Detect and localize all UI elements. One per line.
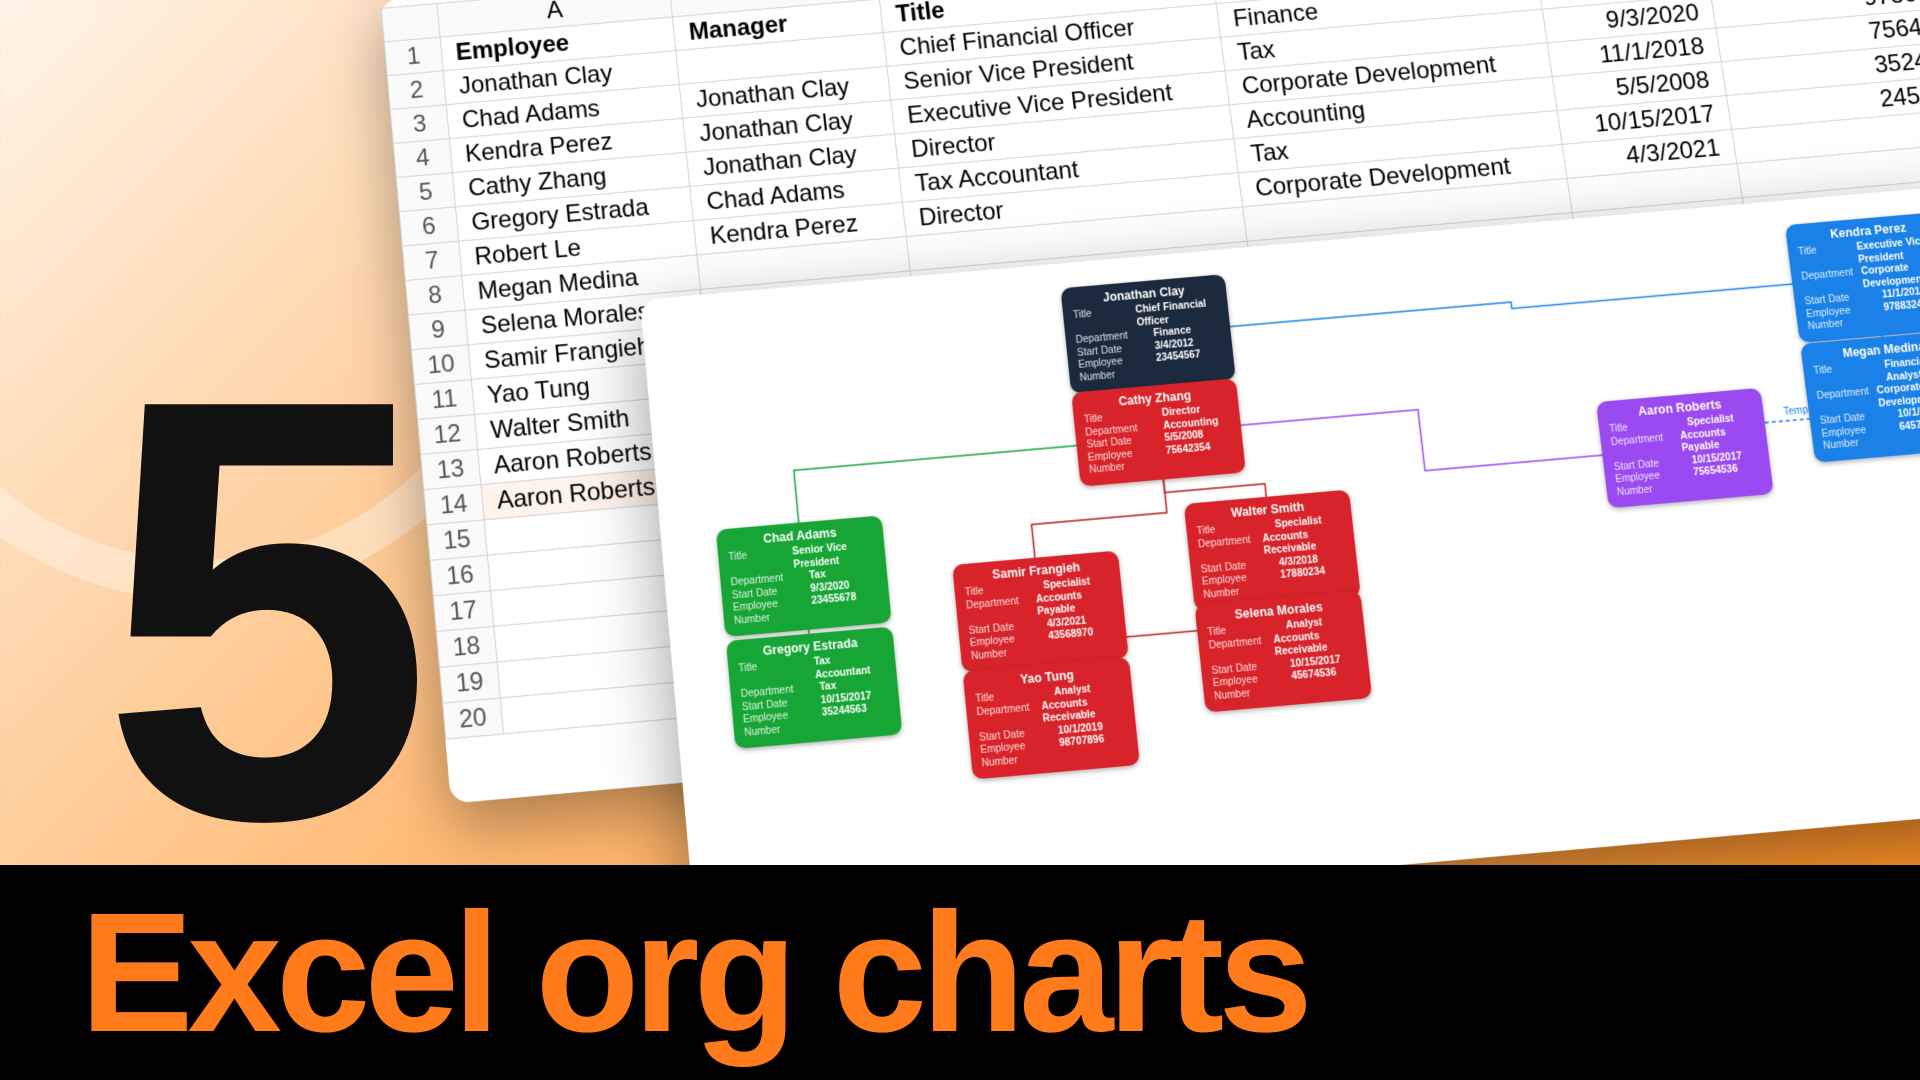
org-card[interactable]: Kendra PerezTitleExecutive Vice Presiden… [1785,211,1920,342]
row-number[interactable]: 11 [414,380,474,420]
row-number[interactable]: 4 [393,139,452,178]
org-card[interactable]: Cathy ZhangTitleDirectorDepartmentAccoun… [1071,378,1246,486]
org-card[interactable]: Gregory EstradaTitleTax AccountantDepart… [726,626,903,749]
row-number[interactable]: 14 [424,485,484,525]
big-number: 5 [100,400,404,820]
row-number[interactable]: 15 [427,520,487,560]
row-number[interactable]: 2 [387,71,446,110]
corner-cell[interactable] [381,4,440,42]
org-card[interactable]: Jonathan ClayTitleChief Financial Office… [1060,274,1235,394]
org-chart-window: Temporary Assignment 3/15/25 Jonathan Cl… [640,183,1920,927]
row-number[interactable]: 13 [421,449,481,489]
row-number[interactable]: 20 [443,698,504,739]
row-number[interactable]: 1 [384,37,443,76]
row-number[interactable]: 5 [396,173,455,212]
title-text: Excel org charts [80,875,1307,1071]
row-number[interactable]: 18 [436,626,496,667]
org-card[interactable]: Chad AdamsTitleSenior Vice PresidentDepa… [716,515,892,637]
row-number[interactable]: 7 [402,241,461,280]
row-number[interactable]: 17 [433,591,493,632]
row-number[interactable]: 10 [411,345,471,385]
row-number[interactable]: 3 [390,105,449,144]
title-bar: Excel org charts [0,865,1920,1080]
row-number[interactable]: 8 [405,276,464,315]
row-number[interactable]: 6 [399,207,458,246]
org-card[interactable]: Aaron RobertsTitleSpecialistDepartmentAc… [1596,388,1774,509]
org-card[interactable]: Samir FrangiehTitleSpecialistDepartmentA… [952,550,1129,672]
org-card[interactable]: Yao TungTitleAnalystDepartmentAccounts R… [962,657,1139,780]
row-number[interactable]: 19 [439,662,500,703]
org-card[interactable]: Selena MoralesTitleAnalystDepartmentAcco… [1194,590,1372,712]
row-number[interactable]: 12 [418,414,478,454]
org-card[interactable]: Megan MedinaTitleFinancial AnalystDepart… [1800,330,1920,463]
row-number[interactable]: 16 [430,555,490,596]
row-number[interactable]: 9 [408,310,468,350]
